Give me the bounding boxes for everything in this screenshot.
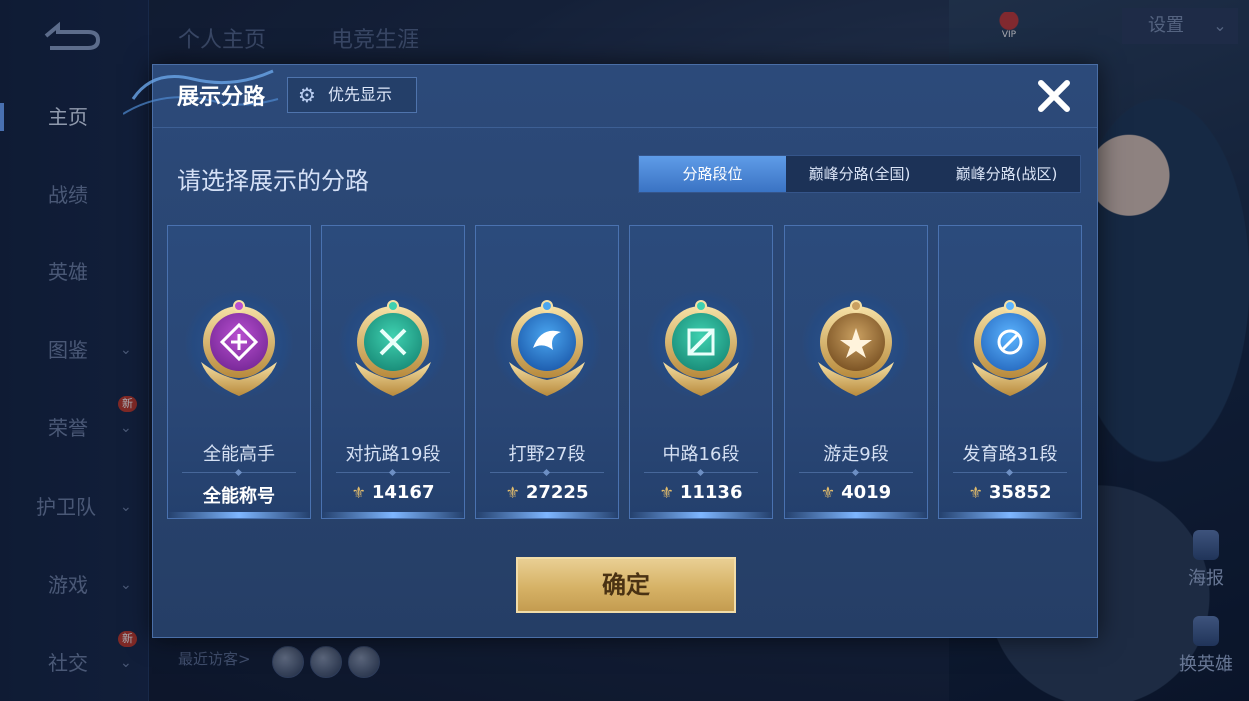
lane-score: 全能称号 [168, 482, 310, 508]
lane-rank-label: 中路16段 [662, 444, 740, 465]
card-bottom-glow [168, 512, 310, 518]
lane-score: ⚜ 35852 [939, 482, 1081, 503]
modal-header: 展示分路 ⚙ 优先显示 [123, 65, 1097, 128]
card-divider [799, 472, 913, 473]
card-divider [182, 472, 296, 473]
lane-rank-label: 游走9段 [823, 444, 889, 465]
card-bottom-glow [476, 512, 618, 518]
blue-jungle-emblem-icon [497, 292, 597, 402]
peak-points-icon: ⚜ [968, 483, 983, 502]
card-divider [953, 472, 1067, 473]
tab-peak-lane-region[interactable]: 巅峰分路(战区) [933, 156, 1080, 192]
modal-title: 展示分路 [177, 85, 266, 110]
lane-card[interactable]: 中路16段 ⚜ 11136 [629, 225, 773, 519]
peak-points-icon: ⚜ [659, 483, 674, 502]
lane-card[interactable]: 对抗路19段 ⚜ 14167 [321, 225, 465, 519]
lane-score-value: 14167 [371, 482, 435, 503]
lane-rank-label: 全能高手 [203, 444, 275, 465]
card-bottom-glow [785, 512, 927, 518]
priority-display-label: 优先显示 [328, 85, 393, 104]
lane-rank-label: 对抗路19段 [345, 444, 441, 465]
peak-points-icon: ⚜ [351, 483, 366, 502]
gear-icon: ⚙ [298, 83, 316, 107]
lane-score-value: 27225 [525, 482, 589, 503]
tab-peak-lane-national[interactable]: 巅峰分路(全国) [786, 156, 933, 192]
lane-score: ⚜ 14167 [322, 482, 464, 503]
priority-display-button[interactable]: ⚙ 优先显示 [287, 77, 417, 113]
lane-score-value: 全能称号 [203, 486, 275, 507]
peak-points-icon: ⚜ [820, 483, 836, 502]
peak-points-icon: ⚜ [505, 483, 520, 502]
close-icon[interactable] [1031, 73, 1077, 119]
lane-score: ⚜ 27225 [476, 482, 618, 503]
gold-roam-emblem-icon [806, 292, 906, 402]
lane-card[interactable]: 全能高手 全能称号 [167, 225, 311, 519]
card-divider [336, 472, 450, 473]
lane-display-modal: 展示分路 ⚙ 优先显示 请选择展示的分路 分路段位 巅峰分路(全国) 巅峰分路(… [123, 64, 1098, 638]
confirm-button[interactable]: 确定 [516, 557, 736, 613]
card-divider [644, 472, 758, 473]
lane-score: ⚜ 4019 [785, 482, 927, 503]
tab-lane-rank[interactable]: 分路段位 [639, 156, 786, 192]
lane-type-tabs: 分路段位 巅峰分路(全国) 巅峰分路(战区) [638, 155, 1081, 193]
card-bottom-glow [630, 512, 772, 518]
lane-score: ⚜ 11136 [630, 482, 772, 503]
card-bottom-glow [939, 512, 1081, 518]
lane-rank-label: 打野27段 [508, 444, 586, 465]
modal-subtitle: 请选择展示的分路 [177, 167, 369, 195]
green-mid-lane-emblem-icon [651, 292, 751, 402]
lane-score-value: 11136 [679, 482, 743, 503]
lane-card[interactable]: 发育路31段 ⚜ 35852 [938, 225, 1082, 519]
lane-score-value: 4019 [841, 482, 892, 503]
green-clash-lane-emblem-icon [343, 292, 443, 402]
lane-rank-label: 发育路31段 [962, 444, 1058, 465]
purple-allround-emblem-icon [189, 292, 289, 402]
lane-card[interactable]: 游走9段 ⚜ 4019 [784, 225, 928, 519]
blue-farm-lane-emblem-icon [960, 292, 1060, 402]
card-bottom-glow [322, 512, 464, 518]
lane-card[interactable]: 打野27段 ⚜ 27225 [475, 225, 619, 519]
card-divider [490, 472, 604, 473]
lane-score-value: 35852 [988, 482, 1052, 503]
